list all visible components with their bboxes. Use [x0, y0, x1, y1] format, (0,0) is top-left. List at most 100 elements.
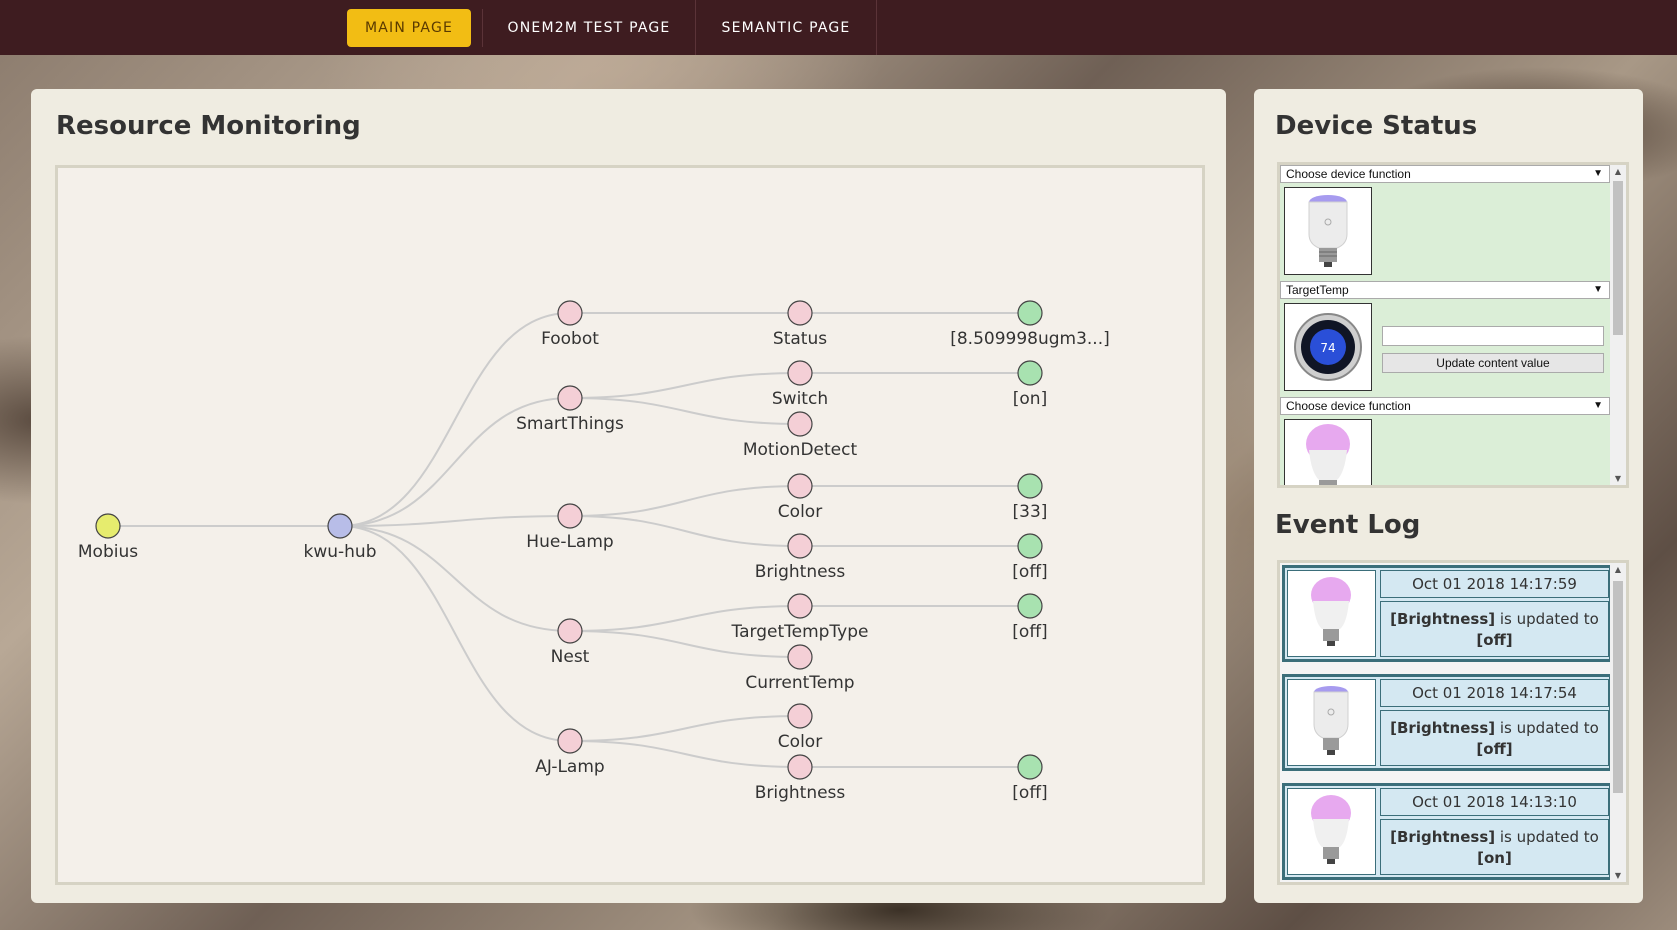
content-value-input[interactable]	[1382, 326, 1604, 346]
tree-node-root[interactable]: Mobius	[78, 513, 138, 562]
tree-node-resource[interactable]: MotionDetect	[743, 411, 858, 460]
tree-node-circle[interactable]	[557, 728, 583, 754]
nav-main-page[interactable]: MAIN PAGE	[347, 9, 471, 47]
tree-node-label: [on]	[1013, 389, 1047, 409]
tree-node-label: [off]	[1012, 562, 1047, 582]
tree-node-circle[interactable]	[95, 513, 121, 539]
update-content-value-button[interactable]: Update content value	[1382, 353, 1604, 373]
scroll-down-icon[interactable]: ▼	[1610, 871, 1626, 880]
tree-node-label: Color	[778, 732, 822, 752]
tree-node-label: SmartThings	[516, 414, 624, 434]
tree-node-resource[interactable]: TargetTempType	[731, 593, 869, 642]
dropdown-caret-icon: ▼	[1593, 168, 1603, 179]
tree-node-label: TargetTempType	[731, 622, 869, 642]
tree-node-circle[interactable]	[787, 300, 813, 326]
thermostat-value: 74	[1320, 341, 1335, 355]
nav-semantic-page[interactable]: SEMANTIC PAGE	[696, 0, 877, 55]
tree-node-circle[interactable]	[787, 644, 813, 670]
tree-node-circle[interactable]	[1017, 533, 1043, 559]
lamp-pink-icon	[1311, 577, 1351, 646]
event-log-scrollbar[interactable]: ▲ ▼	[1610, 563, 1626, 882]
log-timestamp: Oct 01 2018 14:17:54	[1380, 679, 1609, 707]
device-status-title: Device Status	[1275, 111, 1478, 141]
tree-node-value[interactable]: [off]	[1012, 593, 1048, 642]
nest-thermostat-icon: 74	[1294, 313, 1362, 381]
tree-node-device[interactable]: Hue-Lamp	[526, 503, 614, 552]
dropdown-caret-icon: ▼	[1593, 284, 1603, 295]
tree-node-resource[interactable]: Status	[773, 300, 827, 349]
tree-node-value[interactable]: [off]	[1012, 754, 1048, 803]
tree-node-circle[interactable]	[787, 754, 813, 780]
tree-node-value[interactable]: [on]	[1013, 360, 1047, 409]
scroll-down-icon[interactable]: ▼	[1610, 474, 1626, 483]
log-message: [Brightness] is updated to [on]	[1380, 819, 1609, 875]
lamp-pink-icon	[1306, 424, 1350, 485]
tree-node-value[interactable]: [33]	[1013, 473, 1048, 522]
tree-node-circle[interactable]	[1017, 360, 1043, 386]
tree-node-circle[interactable]	[557, 503, 583, 529]
tree-node-circle[interactable]	[787, 703, 813, 729]
tree-node-label: Status	[773, 329, 827, 349]
thermostat-image: 74	[1284, 303, 1372, 391]
scroll-up-icon[interactable]: ▲	[1610, 565, 1626, 574]
scroll-thumb[interactable]	[1613, 581, 1623, 793]
tree-node-circle[interactable]	[1017, 473, 1043, 499]
tree-node-value[interactable]: [8.509998ugm3...]	[950, 300, 1110, 349]
tree-node-label: Color	[778, 502, 822, 522]
tree-node-label: Nest	[551, 647, 590, 667]
tree-node-device[interactable]: Foobot	[541, 300, 599, 349]
tree-node-resource[interactable]: Brightness	[755, 754, 846, 803]
tree-node-device[interactable]: SmartThings	[516, 385, 624, 434]
tree-node-label: [8.509998ugm3...]	[950, 329, 1110, 349]
tree-node-circle[interactable]	[557, 618, 583, 644]
tree-node-circle[interactable]	[557, 300, 583, 326]
log-device-image	[1287, 679, 1376, 766]
tree-node-circle[interactable]	[1017, 300, 1043, 326]
log-entry: Oct 01 2018 14:17:59 [Brightness] is upd…	[1282, 565, 1612, 662]
top-navbar: MAIN PAGE ONEM2M TEST PAGE SEMANTIC PAGE	[0, 0, 1677, 55]
tree-node-circle[interactable]	[1017, 593, 1043, 619]
tree-link	[569, 372, 801, 399]
tree-node-circle[interactable]	[557, 385, 583, 411]
scroll-thumb[interactable]	[1613, 181, 1623, 335]
resource-monitoring-title: Resource Monitoring	[56, 111, 361, 141]
tree-node-circle[interactable]	[787, 533, 813, 559]
tree-node-device[interactable]: AJ-Lamp	[535, 728, 605, 777]
tree-node-label: Brightness	[755, 562, 846, 582]
log-message: [Brightness] is updated to [off]	[1380, 710, 1609, 766]
log-timestamp: Oct 01 2018 14:13:10	[1380, 788, 1609, 816]
log-message: [Brightness] is updated to [off]	[1380, 601, 1609, 657]
resource-tree-graph: Mobius kwu-hub Foobot Status [8.509998ugm3..…	[78, 300, 1110, 803]
lamp-purple-icon	[1313, 686, 1349, 755]
dropdown-caret-icon: ▼	[1593, 400, 1603, 411]
log-entry: Oct 01 2018 14:17:54 [Brightness] is upd…	[1282, 674, 1612, 771]
tree-node-resource[interactable]: Color	[778, 473, 822, 522]
tree-node-label: [33]	[1013, 502, 1048, 522]
tree-node-resource[interactable]: Brightness	[755, 533, 846, 582]
tree-node-resource[interactable]: Color	[778, 703, 822, 752]
scroll-up-icon[interactable]: ▲	[1610, 167, 1626, 176]
tree-node-circle[interactable]	[787, 360, 813, 386]
tree-node-label: Hue-Lamp	[526, 532, 613, 552]
tree-node-label: kwu-hub	[304, 542, 377, 562]
tree-node-circle[interactable]	[787, 593, 813, 619]
tree-node-label: Foobot	[541, 329, 599, 349]
tree-node-circle[interactable]	[327, 513, 353, 539]
tree-link	[569, 485, 801, 517]
tree-node-circle[interactable]	[787, 473, 813, 499]
tree-node-label: Switch	[772, 389, 828, 409]
device-status-scrollbar[interactable]: ▲ ▼	[1610, 165, 1626, 485]
tree-node-circle[interactable]	[1017, 754, 1043, 780]
tree-node-resource[interactable]: CurrentTemp	[745, 644, 855, 693]
tree-node-circle[interactable]	[787, 411, 813, 437]
log-entry: Oct 01 2018 14:13:10 [Brightness] is upd…	[1282, 783, 1612, 880]
device-function-select[interactable]: TargetTemp ▼	[1280, 281, 1610, 299]
tree-node-value[interactable]: [off]	[1012, 533, 1048, 582]
tree-node-label: AJ-Lamp	[535, 757, 604, 777]
tree-node-resource[interactable]: Switch	[772, 360, 828, 409]
device-function-select[interactable]: Choose device function ▼	[1280, 165, 1610, 183]
tree-link	[569, 715, 801, 742]
device-function-select[interactable]: Choose device function ▼	[1280, 397, 1610, 415]
nav-onem2m-test-page[interactable]: ONEM2M TEST PAGE	[483, 0, 696, 55]
tree-node-device[interactable]: Nest	[551, 618, 590, 667]
